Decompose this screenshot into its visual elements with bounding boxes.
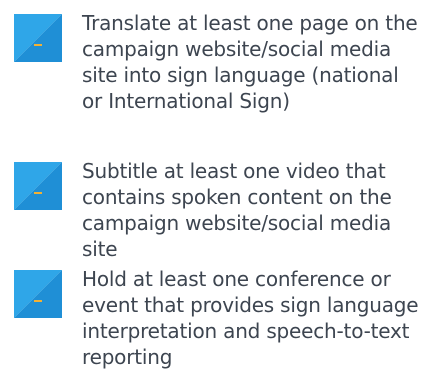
checklist-item-text: Hold at least one conference or event th… <box>82 267 419 369</box>
checkbox-dash-icon <box>14 270 62 318</box>
checklist-item-text: Translate at least one page on the campa… <box>82 11 418 113</box>
checklist-item-text: Subtitle at least one video that contain… <box>82 159 392 261</box>
checkbox-dash-icon <box>14 162 62 210</box>
checklist: Translate at least one page on the campa… <box>0 0 427 369</box>
checkbox-dash-icon <box>14 14 62 62</box>
